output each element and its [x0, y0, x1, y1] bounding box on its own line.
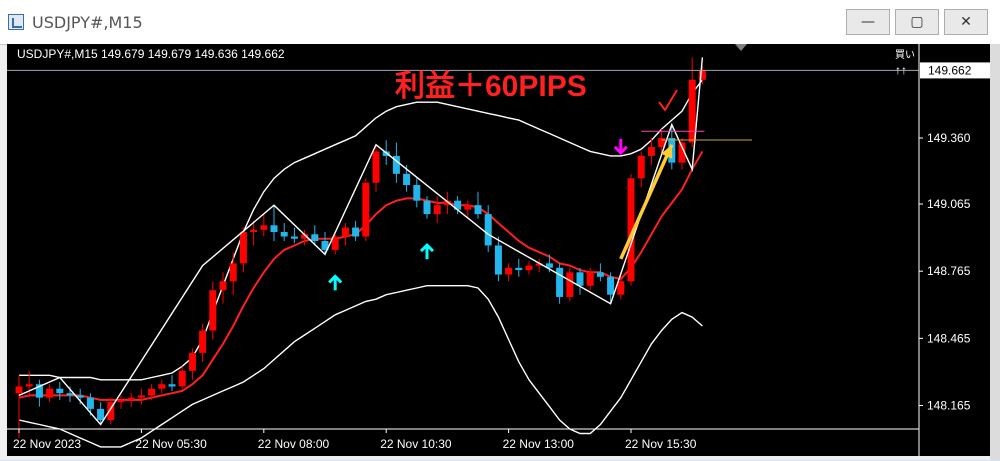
candle-body	[46, 388, 54, 398]
candle-body	[647, 146, 655, 156]
candle-body	[117, 399, 125, 403]
candle-body	[586, 272, 594, 286]
candle-body	[607, 276, 615, 295]
candle-body	[372, 151, 380, 183]
price-chart[interactable]: 149.662 149.360 149.065 148.765 148.465 148.…	[7, 44, 990, 456]
candle-body	[137, 395, 145, 398]
candle-body	[556, 267, 564, 297]
candle-body	[566, 272, 574, 297]
buy-signal-arrow-icon	[328, 274, 343, 291]
x-tick-label: 22 Nov 08:00	[258, 437, 330, 451]
x-tick-label: 22 Nov 15:30	[625, 437, 697, 451]
candle-body	[127, 397, 135, 400]
candle-body	[209, 290, 217, 331]
price-chart-canvas[interactable]: 149.662 149.360 149.065 148.765 148.465 148.…	[7, 44, 990, 456]
chart-header: USDJPY#,M15 149.679 149.679 149.636 149.…	[17, 47, 285, 61]
candle-body	[219, 281, 227, 291]
current-price-label: 149.662	[928, 63, 972, 77]
candle-body	[413, 185, 421, 201]
window-title: USDJPY#,M15	[32, 13, 143, 32]
candle-body	[341, 227, 349, 237]
x-tick-label: 22 Nov 10:30	[380, 437, 452, 451]
candle-body	[97, 408, 105, 421]
candle-body	[178, 370, 186, 387]
candle-body	[239, 232, 247, 264]
chart-shift-marker[interactable]	[735, 44, 747, 51]
candle-body	[474, 205, 482, 215]
chart-window: USDJPY#,M15 — ▢ ✕ 149.662 149.360 149.065…	[0, 0, 1000, 460]
minimize-button[interactable]: —	[846, 9, 890, 35]
y-tick-label: 148.165	[927, 398, 971, 412]
y-tick-label: 149.065	[927, 197, 971, 211]
close-button[interactable]: ✕	[944, 9, 988, 35]
candle-body	[86, 397, 94, 409]
candle-body	[168, 384, 176, 387]
candle-body	[260, 225, 268, 230]
candle-body	[637, 155, 645, 179]
candle-body	[352, 227, 360, 237]
candle-body	[688, 79, 696, 143]
candle-body	[433, 205, 441, 215]
buy-arrows-icon[interactable]: ↑↑	[895, 63, 907, 77]
candle-body	[484, 214, 492, 246]
x-tick-label: 22 Nov 13:00	[503, 437, 575, 451]
check-mark-icon	[658, 89, 678, 112]
candle-body	[505, 267, 513, 275]
title-bar: USDJPY#,M15 — ▢ ✕	[0, 0, 1000, 45]
candle-body	[158, 384, 166, 389]
sell-signal-arrow-icon	[613, 138, 628, 155]
candle-body	[25, 384, 33, 387]
x-tick-label: 22 Nov 05:30	[135, 437, 207, 451]
candle-body	[596, 272, 604, 277]
lower-bollinger-band	[18, 284, 703, 448]
buy-signal-arrow-icon	[419, 242, 435, 260]
candle-body	[188, 352, 196, 371]
candle-body	[617, 281, 625, 295]
candle-body	[290, 236, 298, 239]
candle-body	[515, 267, 523, 271]
y-tick-label: 148.765	[927, 264, 971, 278]
candle-body	[15, 386, 23, 394]
window-edge	[990, 44, 1000, 460]
candle-body	[280, 232, 288, 237]
candle-body	[525, 265, 533, 271]
y-tick-label: 148.465	[927, 331, 971, 345]
candle-body	[56, 388, 64, 394]
maximize-button[interactable]: ▢	[895, 9, 939, 35]
candle-body	[423, 200, 431, 215]
buy-label[interactable]: 買い	[895, 49, 915, 61]
candle-body	[464, 205, 472, 210]
candle-body	[229, 263, 237, 282]
candle-body	[199, 330, 207, 353]
candle-body	[403, 173, 411, 186]
chart-window-icon	[8, 14, 24, 30]
candle-body	[494, 245, 502, 275]
y-tick-label: 149.360	[927, 131, 971, 145]
candle-body	[66, 393, 74, 396]
zigzag-line	[18, 57, 704, 426]
candle-body	[362, 182, 370, 237]
x-tick-label: 22 Nov 2023	[13, 437, 81, 451]
candle-body	[576, 272, 584, 286]
candle-body	[148, 388, 156, 396]
candle-body	[250, 229, 258, 233]
profit-annotation: 利益＋60PIPS	[395, 70, 587, 103]
candle-body	[311, 234, 319, 241]
candle-body	[270, 225, 278, 233]
